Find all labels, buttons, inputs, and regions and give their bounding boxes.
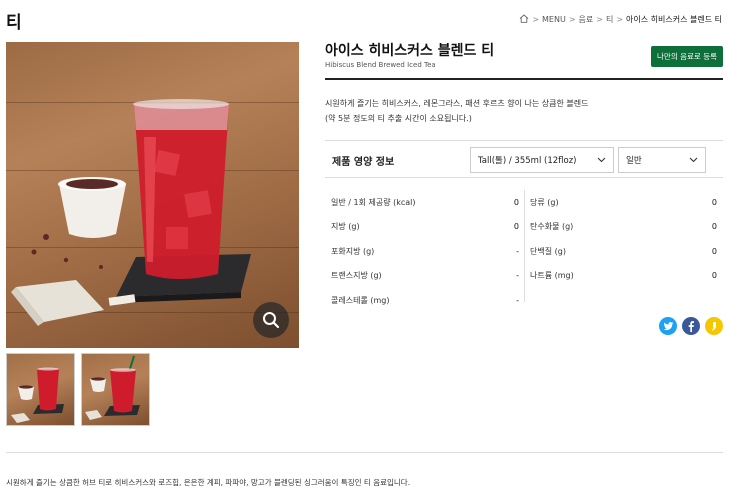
nutrition-row: 포화지방 (g) - xyxy=(331,239,519,264)
product-header: 아이스 히비스커스 블렌드 티 Hibiscus Blend Brewed Ic… xyxy=(325,40,723,80)
nutrition-row: 나트륨 (mg) 0 xyxy=(530,264,717,289)
thumbnail-2[interactable] xyxy=(81,353,150,426)
nutrition-value: - xyxy=(516,271,519,281)
nutrition-header: 제품 영양 정보 Tall(톨) / 355ml (12floz) 일반 xyxy=(325,140,723,178)
breadcrumb-current: 아이스 히비스커스 블렌드 티 xyxy=(626,15,722,24)
share-icons xyxy=(659,317,723,335)
nutrition-value: 0 xyxy=(711,246,717,256)
thumbnail-image xyxy=(11,367,64,423)
nutrition-label: 나트륨 (mg) xyxy=(530,271,574,281)
page-title: 티 xyxy=(6,13,22,33)
iced-tea-illustration xyxy=(11,99,251,326)
magnifier-icon xyxy=(263,312,280,329)
nutrition-row: 탄수화물 (g) 0 xyxy=(530,215,717,240)
nutrition-row: 일반 / 1회 제공량 (kcal) 0 xyxy=(331,190,519,215)
nutrition-row: 당류 (g) 0 xyxy=(530,190,717,215)
thumbnail-1[interactable] xyxy=(6,353,75,426)
footer-description: 시원하게 즐기는 상큼한 허브 티로 히비스커스와 로즈힙, 은은한 계피, 파… xyxy=(6,478,411,487)
nutrition-value: - xyxy=(516,295,519,305)
chevron-right-icon: > xyxy=(532,15,540,24)
nutrition-value: 0 xyxy=(513,222,519,232)
nutrition-row: 지방 (g) 0 xyxy=(331,215,519,240)
nutrition-label: 탄수화물 (g) xyxy=(530,222,574,232)
breadcrumb: > MENU > 음료 > 티 > 아이스 히비스커스 블렌드 티 xyxy=(519,14,722,25)
chevron-right-icon: > xyxy=(616,15,624,24)
nutrition-value: - xyxy=(516,246,519,256)
milk-select-value: 일반 xyxy=(626,156,642,166)
home-icon[interactable] xyxy=(519,14,529,25)
nutrition-row: 콜레스테롤 (mg) - xyxy=(331,288,519,313)
nutrition-column-left: 일반 / 1회 제공량 (kcal) 0 지방 (g) 0 포화지방 (g) - 트랜… xyxy=(331,190,519,313)
nutrition-title: 제품 영양 정보 xyxy=(332,157,395,168)
footer-divider xyxy=(6,452,723,453)
breadcrumb-item-drink[interactable]: 음료 xyxy=(579,14,594,25)
nutrition-row: 트랜스지방 (g) - xyxy=(331,264,519,289)
facebook-icon[interactable] xyxy=(682,317,700,335)
milk-select[interactable]: 일반 xyxy=(618,147,706,173)
nutrition-label: 콜레스테롤 (mg) xyxy=(331,295,390,305)
nutrition-value: 0 xyxy=(711,197,717,207)
chevron-right-icon: > xyxy=(596,15,603,24)
nutrition-label: 트랜스지방 (g) xyxy=(331,271,382,281)
description-line-2: (약 5분 정도의 티 추출 시간이 소요됩니다.) xyxy=(325,114,472,123)
nutrition-value: 0 xyxy=(711,222,717,232)
nutrition-label: 단백질 (g) xyxy=(530,246,566,256)
chevron-down-icon xyxy=(689,157,698,163)
twitter-icon[interactable] xyxy=(659,317,677,335)
thumbnail-strip xyxy=(6,353,150,426)
description-line-1: 시원하게 즐기는 히비스커스, 레몬그라스, 패션 후르츠 향이 나는 상큼한 … xyxy=(325,99,589,108)
nutrition-label: 당류 (g) xyxy=(530,197,559,207)
nutrition-label: 일반 / 1회 제공량 (kcal) xyxy=(331,197,416,207)
nutrition-label: 포화지방 (g) xyxy=(331,246,375,256)
nutrition-value: 0 xyxy=(513,197,519,207)
chevron-right-icon: > xyxy=(568,15,576,24)
product-description: 시원하게 즐기는 히비스커스, 레몬그라스, 패션 후르츠 향이 나는 상큼한 … xyxy=(325,96,723,126)
size-select[interactable]: Tall(톨) / 355ml (12floz) xyxy=(470,147,614,173)
nutrition-row: 단백질 (g) 0 xyxy=(530,239,717,264)
size-select-value: Tall(톨) / 355ml (12floz) xyxy=(478,156,577,166)
breadcrumb-item-tea[interactable]: 티 xyxy=(606,14,613,25)
thumbnail-image xyxy=(85,355,140,420)
chevron-down-icon xyxy=(597,157,606,163)
nutrition-label: 지방 (g) xyxy=(331,222,360,232)
nutrition-value: 0 xyxy=(711,271,717,281)
nutrition-column-right: 당류 (g) 0 탄수화물 (g) 0 단백질 (g) 0 나트륨 (mg) 0 xyxy=(530,190,717,288)
column-divider xyxy=(524,190,525,302)
kakaostory-icon[interactable] xyxy=(705,317,723,335)
zoom-button[interactable] xyxy=(253,302,289,338)
breadcrumb-item-menu[interactable]: MENU xyxy=(542,15,566,24)
add-my-drink-button[interactable]: 나만의 음료로 등록 xyxy=(651,46,723,67)
product-main-image xyxy=(6,42,299,348)
